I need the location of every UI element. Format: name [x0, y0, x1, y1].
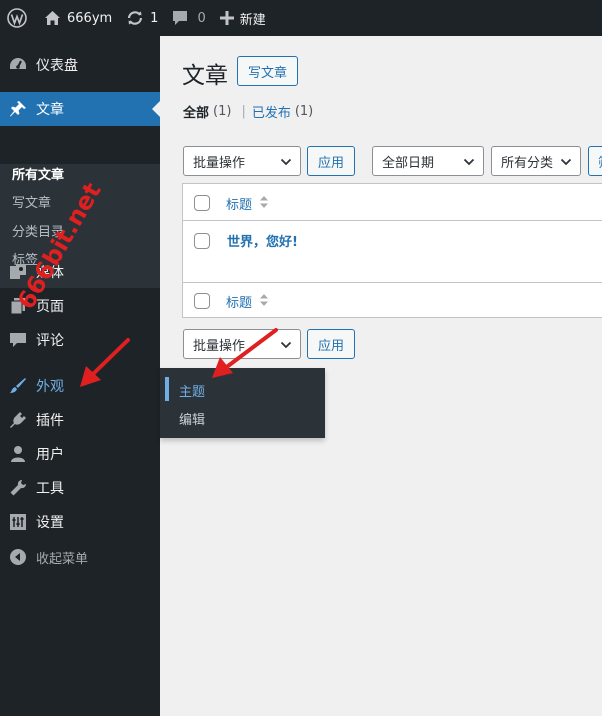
- new-content-link[interactable]: 新建: [213, 0, 273, 36]
- column-title-header[interactable]: 标题: [226, 194, 252, 213]
- comments-count: 0: [197, 10, 206, 26]
- settings-icon: [0, 513, 36, 531]
- user-icon: [0, 445, 36, 463]
- chevron-down-icon: [463, 156, 475, 171]
- sidebar-item-label: 插件: [36, 413, 64, 429]
- brush-icon: [0, 377, 36, 395]
- date-filter-value: 全部日期: [382, 155, 435, 171]
- collapse-menu-label: 收起菜单: [36, 551, 89, 567]
- site-name-link[interactable]: 666ym: [37, 0, 119, 36]
- sidebar-item-plugins[interactable]: 插件: [0, 403, 160, 437]
- dashboard-icon: [0, 56, 36, 74]
- column-title-footer[interactable]: 标题: [226, 292, 252, 311]
- home-icon: [44, 10, 61, 26]
- comment-bubble-icon: [172, 10, 188, 26]
- sidebar-item-tools[interactable]: 工具: [0, 471, 160, 505]
- row-checkbox[interactable]: [194, 233, 210, 249]
- updates-link[interactable]: 1: [119, 0, 165, 36]
- chevron-down-icon: [560, 156, 572, 171]
- apply-button-top[interactable]: 应用: [307, 146, 355, 176]
- sidebar-item-users[interactable]: 用户: [0, 437, 160, 471]
- collapse-menu-button[interactable]: 收起菜单: [0, 540, 160, 574]
- sidebar-item-settings[interactable]: 设置: [0, 505, 160, 539]
- filter-button[interactable]: 筛: [588, 146, 602, 176]
- sidebar-item-label: 工具: [36, 481, 64, 497]
- admin-sidebar: 仪表盘 文章 所有文章 写文章 分类目录 标签 媒体 页面 评论 外观 插件 用…: [0, 36, 160, 716]
- updates-count: 1: [150, 10, 159, 26]
- posts-table: 标题 世界，您好! 标题: [182, 183, 602, 318]
- comments-link[interactable]: 0: [165, 0, 212, 36]
- select-all-checkbox[interactable]: [194, 195, 210, 211]
- plus-icon: [219, 11, 234, 25]
- sidebar-item-label: 设置: [36, 515, 64, 531]
- filter-button-label: 筛: [598, 152, 602, 171]
- post-status-filters: 全部 (1) | 已发布 (1): [183, 102, 317, 121]
- sidebar-item-label: 仪表盘: [36, 58, 78, 74]
- add-new-post-button[interactable]: 写文章: [237, 56, 298, 86]
- collapse-arrow-icon: [0, 549, 36, 565]
- admin-bar: 666ym 1 0 新建: [0, 0, 602, 36]
- sidebar-item-label: 外观: [36, 379, 64, 395]
- sort-icon[interactable]: [259, 195, 269, 213]
- submenu-all-posts[interactable]: 所有文章: [12, 164, 64, 183]
- apply-button-bottom[interactable]: 应用: [307, 329, 355, 359]
- filter-all-count: (1): [213, 104, 232, 119]
- sort-icon[interactable]: [259, 293, 269, 311]
- category-filter-select[interactable]: 所有分类: [491, 146, 581, 176]
- submenu-add-new[interactable]: 写文章: [12, 192, 51, 211]
- appearance-flyout-menu: 主题 编辑: [160, 368, 325, 438]
- new-label: 新建: [239, 12, 266, 28]
- sidebar-item-comments[interactable]: 评论: [0, 323, 160, 357]
- sidebar-item-appearance[interactable]: 外观: [0, 369, 160, 403]
- plugin-icon: [0, 411, 36, 429]
- table-header-row: 标题: [183, 184, 602, 221]
- post-title-link[interactable]: 世界，您好!: [227, 231, 298, 250]
- filter-all[interactable]: 全部: [183, 102, 209, 121]
- wrench-icon: [0, 479, 36, 497]
- chevron-down-icon: [280, 156, 292, 171]
- pin-icon: [0, 100, 36, 118]
- updates-icon: [126, 10, 144, 26]
- bulk-actions-value: 批量操作: [193, 155, 246, 171]
- select-all-checkbox-footer[interactable]: [194, 293, 210, 309]
- sidebar-item-posts[interactable]: 文章: [0, 92, 160, 126]
- table-row: 世界，您好!: [183, 221, 602, 282]
- sidebar-item-dashboard[interactable]: 仪表盘: [0, 48, 160, 82]
- page-title: 文章: [182, 63, 228, 89]
- filter-separator: |: [241, 104, 246, 119]
- date-filter-select[interactable]: 全部日期: [372, 146, 484, 176]
- filter-published[interactable]: 已发布: [252, 102, 291, 121]
- flyout-item-editor[interactable]: 编辑: [179, 409, 205, 428]
- table-footer-row: 标题: [183, 282, 602, 318]
- bulk-actions-select-bottom[interactable]: 批量操作: [183, 329, 301, 359]
- site-name: 666ym: [67, 10, 113, 26]
- bulk-actions-value: 批量操作: [193, 338, 246, 354]
- sidebar-item-label: 文章: [36, 102, 64, 118]
- bulk-actions-select-top[interactable]: 批量操作: [183, 146, 301, 176]
- wordpress-logo-icon[interactable]: [0, 0, 37, 36]
- chevron-down-icon: [280, 339, 292, 354]
- filter-published-count: (1): [294, 104, 314, 119]
- flyout-item-themes[interactable]: 主题: [179, 381, 205, 400]
- category-filter-value: 所有分类: [501, 155, 554, 171]
- sidebar-item-label: 评论: [36, 333, 64, 349]
- sidebar-item-label: 用户: [36, 447, 64, 463]
- flyout-active-indicator: [165, 377, 169, 401]
- comment-icon: [0, 331, 36, 349]
